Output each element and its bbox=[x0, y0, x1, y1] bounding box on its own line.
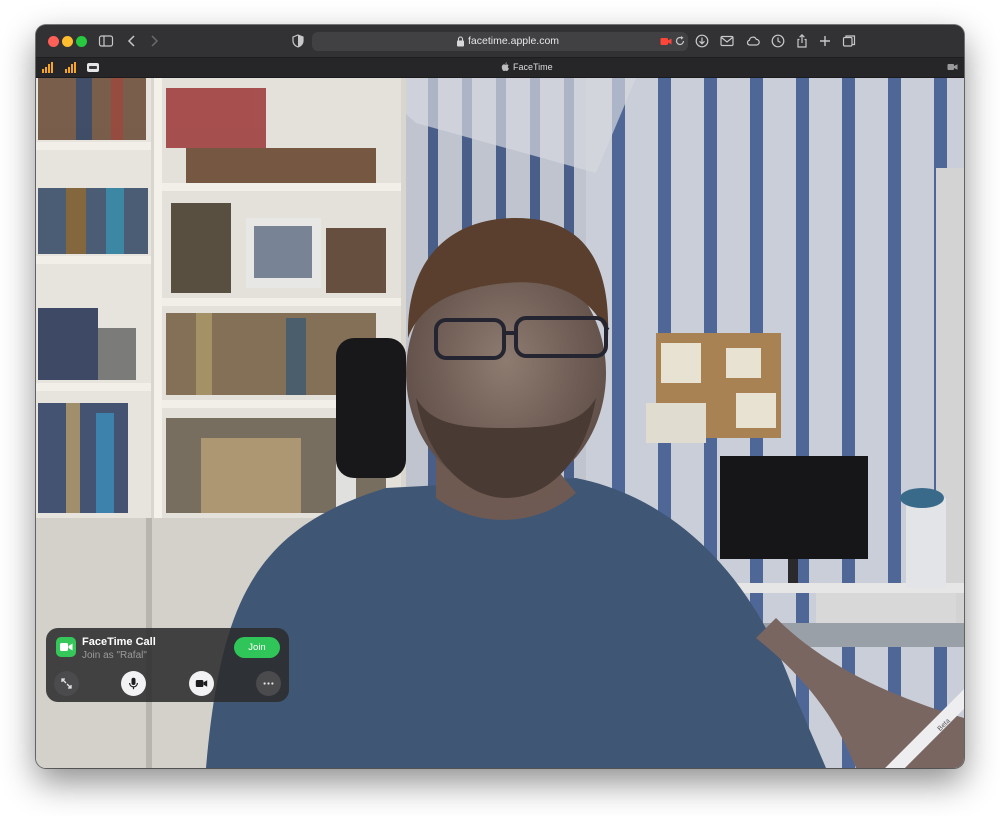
back-icon[interactable] bbox=[124, 33, 140, 49]
facetime-app-icon bbox=[56, 637, 76, 657]
camera-in-use-icon[interactable] bbox=[660, 37, 672, 46]
browser-toolbar: facetime.apple.com bbox=[36, 25, 964, 58]
apple-icon bbox=[501, 62, 509, 71]
active-tab-title[interactable]: FaceTime bbox=[513, 62, 553, 72]
video-camera-icon bbox=[195, 680, 208, 687]
shield-icon[interactable] bbox=[290, 33, 306, 49]
tab-overview-icon[interactable] bbox=[841, 33, 857, 49]
video-camera-button[interactable] bbox=[189, 671, 214, 696]
expand-button[interactable] bbox=[54, 671, 79, 696]
pinned-tab-chart-icon[interactable] bbox=[63, 61, 77, 74]
new-tab-icon[interactable] bbox=[817, 33, 833, 49]
join-as-subtitle: Join as "Rafal" bbox=[82, 650, 147, 661]
camera-icon[interactable] bbox=[947, 63, 958, 71]
call-title: FaceTime Call bbox=[82, 636, 156, 648]
more-icon bbox=[263, 682, 274, 685]
minimize-window-button[interactable] bbox=[62, 36, 73, 47]
pinned-tab-car-icon[interactable] bbox=[86, 61, 100, 74]
address-bar[interactable]: facetime.apple.com bbox=[312, 32, 688, 51]
join-button[interactable]: Join bbox=[234, 637, 280, 658]
microphone-icon bbox=[129, 677, 138, 690]
close-window-button[interactable] bbox=[48, 36, 59, 47]
browser-window: facetime.apple.com FaceTime FaceTime Cal… bbox=[36, 25, 964, 768]
url-text: facetime.apple.com bbox=[468, 35, 560, 47]
maximize-window-button[interactable] bbox=[76, 36, 87, 47]
pinned-tab-chart-icon[interactable] bbox=[40, 61, 54, 74]
expand-icon bbox=[61, 678, 72, 689]
reload-icon[interactable] bbox=[674, 35, 686, 47]
cloud-icon[interactable] bbox=[745, 33, 761, 49]
lock-icon bbox=[457, 36, 464, 47]
mail-icon[interactable] bbox=[719, 33, 735, 49]
history-icon[interactable] bbox=[770, 33, 786, 49]
sidebar-icon[interactable] bbox=[98, 33, 114, 49]
facetime-call-panel: FaceTime Call Join as "Rafal" Join bbox=[46, 628, 289, 702]
forward-icon[interactable] bbox=[146, 33, 162, 49]
microphone-button[interactable] bbox=[121, 671, 146, 696]
tab-bar: FaceTime bbox=[36, 58, 964, 78]
more-options-button[interactable] bbox=[256, 671, 281, 696]
download-icon[interactable] bbox=[694, 33, 710, 49]
share-icon[interactable] bbox=[794, 33, 810, 49]
